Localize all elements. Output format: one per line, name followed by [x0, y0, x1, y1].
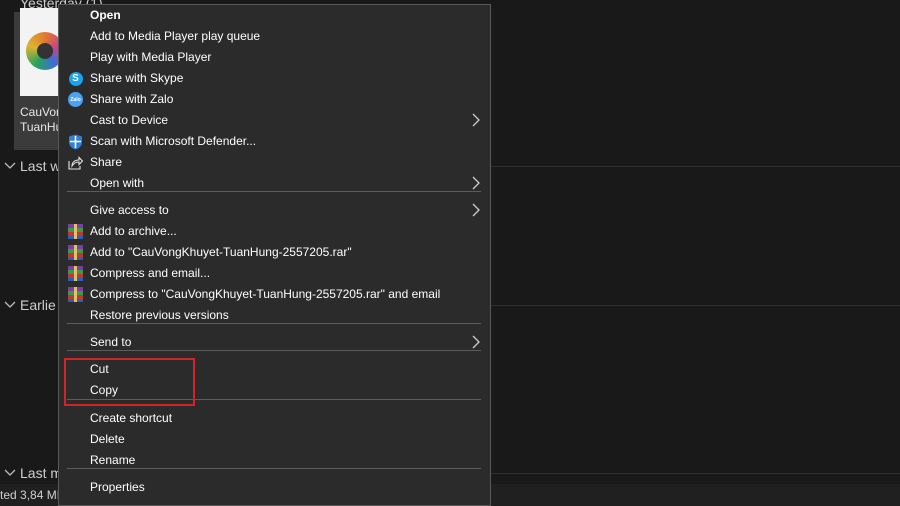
- chevron-down-icon: [0, 301, 20, 309]
- menu-item-label: Play with Media Player: [90, 50, 212, 64]
- chevron-right-icon: [469, 113, 483, 127]
- group-label: Last w: [20, 158, 61, 174]
- menu-item-label: Share with Zalo: [90, 92, 174, 106]
- skype-glyph: S: [68, 71, 83, 86]
- zalo-glyph: Zalo: [68, 92, 83, 107]
- menu-item-label: Add to Media Player play queue: [90, 29, 261, 43]
- menu-item-label: Properties: [90, 480, 145, 494]
- menu-separator: [67, 468, 481, 469]
- menu-item-label: Share: [90, 155, 123, 169]
- winrar-icon: [67, 265, 84, 282]
- menu-separator: [67, 350, 481, 351]
- menu-item-give-access-to[interactable]: Give access to: [59, 200, 490, 221]
- chevron-right-icon: [469, 335, 483, 349]
- menu-item-play-with-media-player[interactable]: Play with Media Player: [59, 47, 490, 68]
- menu-item-create-shortcut[interactable]: Create shortcut: [59, 408, 490, 429]
- winrar-icon: [67, 244, 84, 261]
- menu-item-share[interactable]: Share: [59, 152, 490, 173]
- menu-item-label: Open: [90, 8, 121, 22]
- share-icon: [67, 154, 84, 171]
- menu-item-label: Delete: [90, 432, 125, 446]
- menu-item-properties[interactable]: Properties: [59, 477, 490, 498]
- file-name-line-1: CauVong: [20, 105, 60, 119]
- menu-item-label: Compress and email...: [90, 266, 211, 280]
- menu-item-label: Add to "CauVongKhuyet-TuanHung-2557205.r…: [90, 245, 352, 259]
- chevron-right-icon: [469, 176, 483, 190]
- skype-icon: S: [67, 70, 84, 87]
- group-label: Earlie: [20, 297, 56, 313]
- status-text: ted 3,84 MB: [0, 488, 65, 502]
- menu-item-label: Share with Skype: [90, 71, 184, 85]
- menu-item-compress-and-email[interactable]: Compress and email...: [59, 263, 490, 284]
- chevron-down-icon: [0, 469, 20, 477]
- file-name: CauVong TuanHu: [20, 105, 60, 135]
- chevron-right-icon: [469, 203, 483, 217]
- defender-shield-icon: [67, 133, 84, 150]
- highlight-box: [64, 358, 195, 406]
- menu-item-label: Compress to "CauVongKhuyet-TuanHung-2557…: [90, 287, 441, 301]
- menu-item-delete[interactable]: Delete: [59, 429, 490, 450]
- menu-item-label: Create shortcut: [90, 411, 173, 425]
- menu-item-open[interactable]: Open: [59, 5, 490, 26]
- chevron-down-icon: [0, 162, 20, 170]
- winrar-icon: [67, 223, 84, 240]
- menu-separator: [67, 323, 481, 324]
- menu-item-label: Give access to: [90, 203, 169, 217]
- menu-item-cast-to-device[interactable]: Cast to Device: [59, 110, 490, 131]
- menu-item-label: Add to archive...: [90, 224, 177, 238]
- menu-item-scan-with-defender[interactable]: Scan with Microsoft Defender...: [59, 131, 490, 152]
- menu-item-add-to-rar[interactable]: Add to "CauVongKhuyet-TuanHung-2557205.r…: [59, 242, 490, 263]
- context-menu: Open Add to Media Player play queue Play w…: [58, 4, 491, 506]
- menu-item-share-with-zalo[interactable]: Zalo Share with Zalo: [59, 89, 490, 110]
- zalo-icon: Zalo: [67, 91, 84, 108]
- menu-separator: [67, 191, 481, 192]
- menu-item-label: Scan with Microsoft Defender...: [90, 134, 257, 148]
- winrar-icon: [67, 286, 84, 303]
- menu-item-compress-to-rar-and-email[interactable]: Compress to "CauVongKhuyet-TuanHung-2557…: [59, 284, 490, 305]
- menu-item-label: Cast to Device: [90, 113, 169, 127]
- file-name-line-2: TuanHu: [20, 120, 60, 134]
- group-label: Last m: [20, 465, 63, 481]
- menu-item-add-to-archive[interactable]: Add to archive...: [59, 221, 490, 242]
- menu-item-share-with-skype[interactable]: S Share with Skype: [59, 68, 490, 89]
- menu-item-add-to-media-queue[interactable]: Add to Media Player play queue: [59, 26, 490, 47]
